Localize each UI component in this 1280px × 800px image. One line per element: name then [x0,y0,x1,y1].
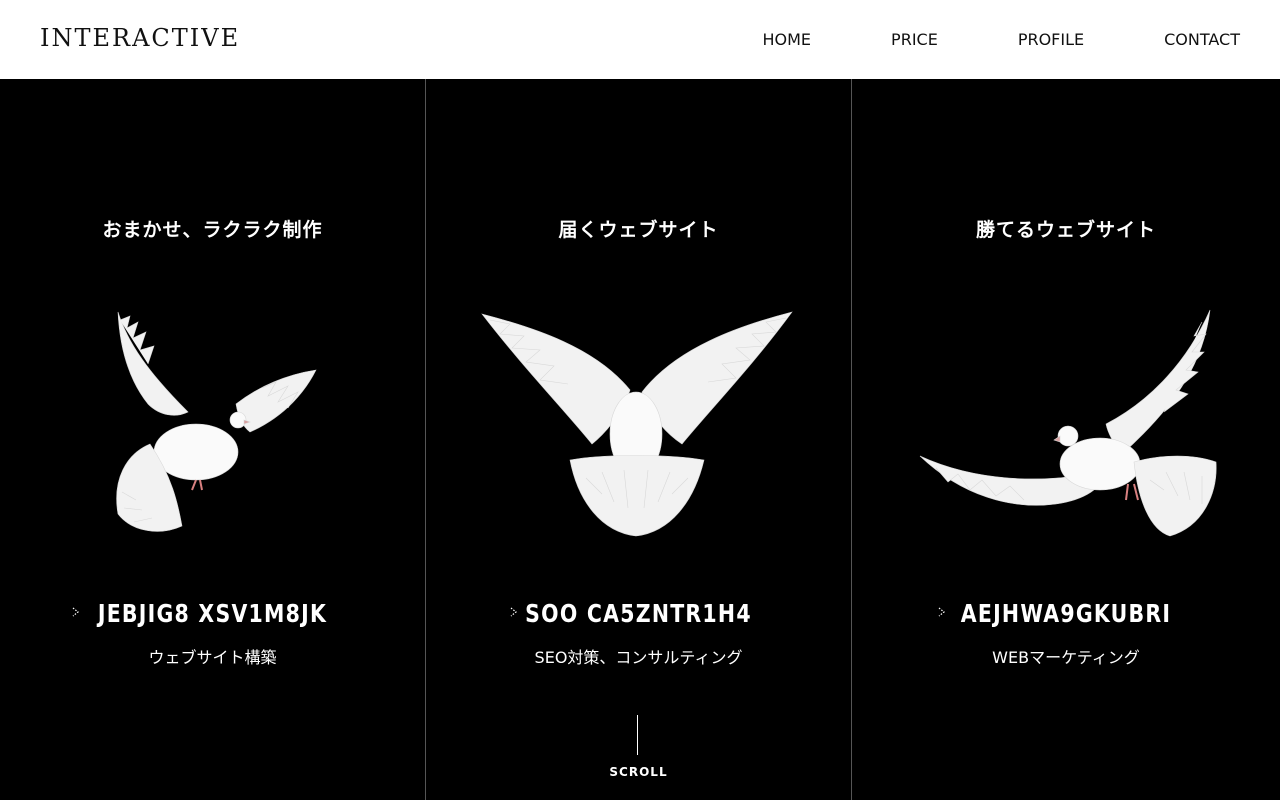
main-nav: HOME PRICE PROFILE CONTACT [763,30,1241,50]
scroll-label[interactable]: SCROLL [426,765,851,779]
code-row: JEBJIG8 XSV1M8JK [0,599,425,629]
nav-contact[interactable]: CONTACT [1164,30,1240,50]
column-heading: 勝てるウェブサイト [975,219,1156,241]
dove-icon [919,309,1217,537]
service-columns: おまかせ、ラクラク制作 JEBJIG8 XSV1M8JK ウェブサイト構築 届く… [0,79,1280,800]
site-header: INTERACTIVE HOME PRICE PROFILE CONTACT [0,0,1280,79]
service-column-marketing[interactable]: 勝てるウェブサイト AEJHWA9GKUBRI WEBマーケティング [852,79,1280,800]
service-subtitle: SEO対策、コンサルティング [534,648,743,667]
service-code: JEBJIG8 XSV1M8JK [97,599,328,628]
service-column-build[interactable]: おまかせ、ラクラク制作 JEBJIG8 XSV1M8JK ウェブサイト構築 [0,79,426,800]
site-logo[interactable]: INTERACTIVE [40,26,240,50]
nav-price[interactable]: PRICE [891,30,938,50]
service-subtitle: ウェブサイト構築 [148,648,277,667]
column-heading: 届くウェブサイト [558,219,719,241]
code-row: AEJHWA9GKUBRI [852,599,1280,629]
service-code: SOO CA5ZNTR1H4 [525,599,752,628]
dove-icon [481,311,793,537]
service-column-seo[interactable]: 届くウェブサイト SOO CA5ZNTR1H4 SEO対策、コンサルティング S… [426,79,852,800]
service-code: AEJHWA9GKUBRI [960,599,1172,628]
nav-home[interactable]: HOME [763,30,812,50]
dove-icon [116,311,317,532]
nav-profile[interactable]: PROFILE [1018,30,1084,50]
code-row: SOO CA5ZNTR1H4 [426,599,851,629]
service-subtitle: WEBマーケティング [992,648,1140,667]
column-heading: おまかせ、ラクラク制作 [102,219,323,241]
scroll-indicator-line [637,715,638,755]
